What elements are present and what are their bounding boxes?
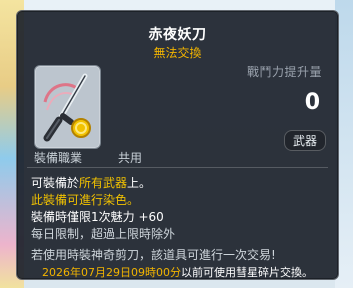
item-trade-status: 無法交換	[153, 46, 202, 60]
section-divider	[27, 167, 328, 168]
desc-line-1-suffix: 上。	[127, 176, 152, 190]
job-label: 裝備職業	[34, 151, 83, 165]
exchange-deadline-date: 2026年07月29日09時00分	[42, 266, 181, 279]
power-increase-value: 0	[304, 90, 320, 115]
desc-line-5: 若使用時裝神奇剪刀，該道具可進行一次交易!	[31, 248, 276, 262]
item-category-badge: 武器	[283, 130, 326, 151]
exchange-deadline-suffix: 以前可使用彗星碎片交換。	[180, 266, 313, 279]
katana-icon	[43, 73, 91, 142]
desc-line-4: 每日限制，超過上限時除外	[31, 227, 176, 241]
desc-line-2: 此裝備可進行染色。	[31, 193, 140, 207]
job-value: 共用	[118, 151, 143, 165]
desc-line-1-prefix: 可裝備於	[31, 176, 80, 190]
item-description: 可裝備於所有武器上。 此裝備可進行染色。 裝備時僅限1次魅力 +60 每日限制，…	[31, 175, 324, 264]
power-increase-label: 戰鬥力提升量	[246, 65, 322, 79]
item-icon-frame	[34, 65, 101, 149]
desc-line-1-highlight: 所有武器	[79, 176, 128, 190]
item-tooltip: 赤夜妖刀 無法交換 戰鬥力提升量 0 武器 裝備職業 共用 可裝備於所有武器上。…	[16, 10, 339, 280]
desc-line-1: 可裝備於所有武器上。	[31, 175, 324, 192]
desc-line-3: 裝備時僅限1次魅力 +60	[31, 210, 164, 224]
item-name: 赤夜妖刀	[148, 27, 207, 43]
exchange-deadline: 2026年07月29日09時00分以前可使用彗星碎片交換。	[17, 264, 338, 280]
